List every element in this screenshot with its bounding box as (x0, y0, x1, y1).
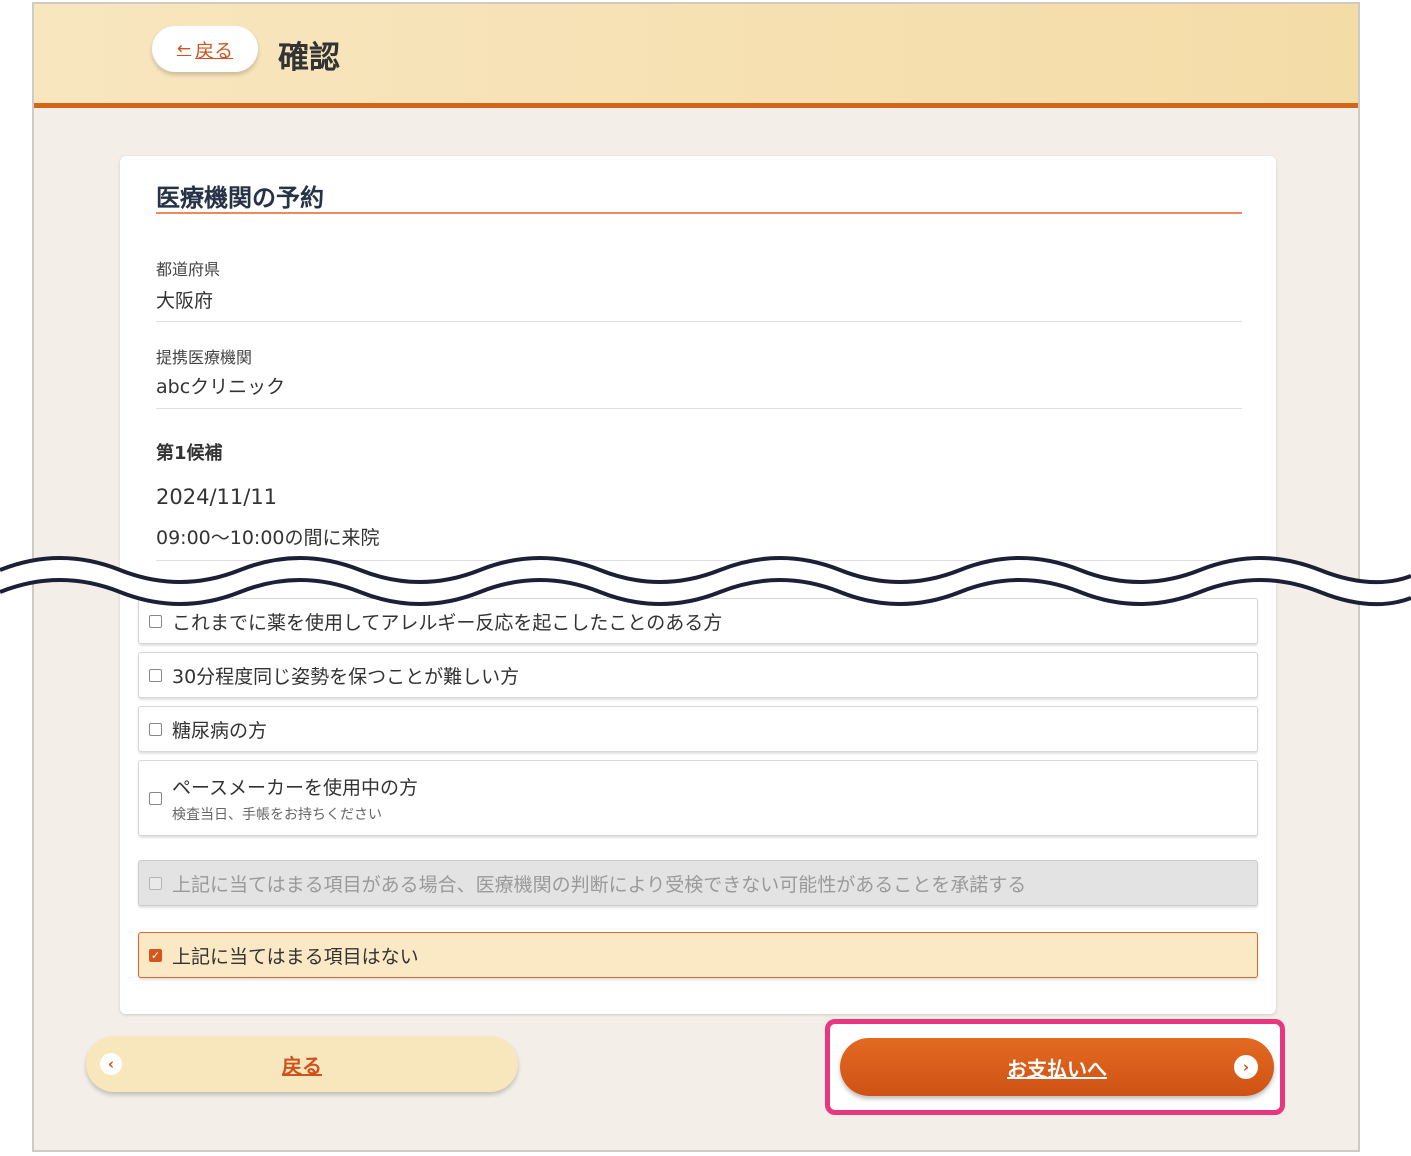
checkbox (149, 876, 162, 890)
checkbox-checked[interactable]: ✓ (149, 948, 162, 962)
header-back-button[interactable]: ← 戻る (152, 26, 258, 72)
check-icon: ✓ (150, 948, 161, 962)
checklist-item-diabetes[interactable]: 糖尿病の方 (138, 706, 1258, 752)
header-back-label: 戻る (195, 39, 234, 62)
prefecture-label: 都道府県 (156, 260, 221, 279)
page-header: ← 戻る 確認 (34, 4, 1358, 108)
proceed-to-payment-button[interactable]: お支払いへ › (840, 1038, 1274, 1096)
checkbox[interactable] (149, 722, 162, 736)
divider (156, 321, 1242, 322)
candidate-title: 第1候補 (156, 443, 223, 464)
back-button-label: 戻る (282, 1053, 322, 1078)
clinic-label: 提携医療機関 (156, 348, 253, 367)
none-applicable-row[interactable]: ✓ 上記に当てはまる項目はない (138, 932, 1258, 978)
candidate-date: 2024/11/11 (156, 485, 278, 509)
checklist-item-label: 糖尿病の方 (172, 719, 268, 742)
page-break-wave (0, 556, 1411, 606)
arrow-left-icon: ← (176, 39, 192, 59)
checklist-item-pacemaker[interactable]: ペースメーカーを使用中の方 検査当日、手帳をお持ちください (138, 760, 1258, 836)
none-applicable-label: 上記に当てはまる項目はない (172, 945, 419, 968)
checklist-item-label: 30分程度同じ姿勢を保つことが難しい方 (172, 665, 520, 688)
checklist-item-posture[interactable]: 30分程度同じ姿勢を保つことが難しい方 (138, 652, 1258, 698)
page-title: 確認 (278, 40, 340, 76)
checkbox[interactable] (149, 614, 162, 628)
prefecture-value: 大阪府 (156, 290, 214, 312)
checklist-item-note: 検査当日、手帳をお持ちください (172, 806, 382, 823)
checklist-item-label: ペースメーカーを使用中の方 (172, 776, 419, 799)
card-title: 医療機関の予約 (156, 184, 324, 212)
back-button[interactable]: ‹ 戻る (86, 1036, 518, 1092)
chevron-right-icon: › (1234, 1055, 1258, 1079)
card-title-underline (156, 212, 1242, 214)
checkbox[interactable] (149, 791, 162, 805)
divider (156, 408, 1242, 409)
consent-label: 上記に当てはまる項目がある場合、医療機関の判断により受検できない可能性があること… (172, 873, 1027, 896)
consent-checkbox-row: 上記に当てはまる項目がある場合、医療機関の判断により受検できない可能性があること… (138, 860, 1258, 906)
clinic-value: abcクリニック (156, 376, 286, 398)
pay-button-label: お支払いへ (1007, 1056, 1107, 1081)
checkbox[interactable] (149, 668, 162, 682)
